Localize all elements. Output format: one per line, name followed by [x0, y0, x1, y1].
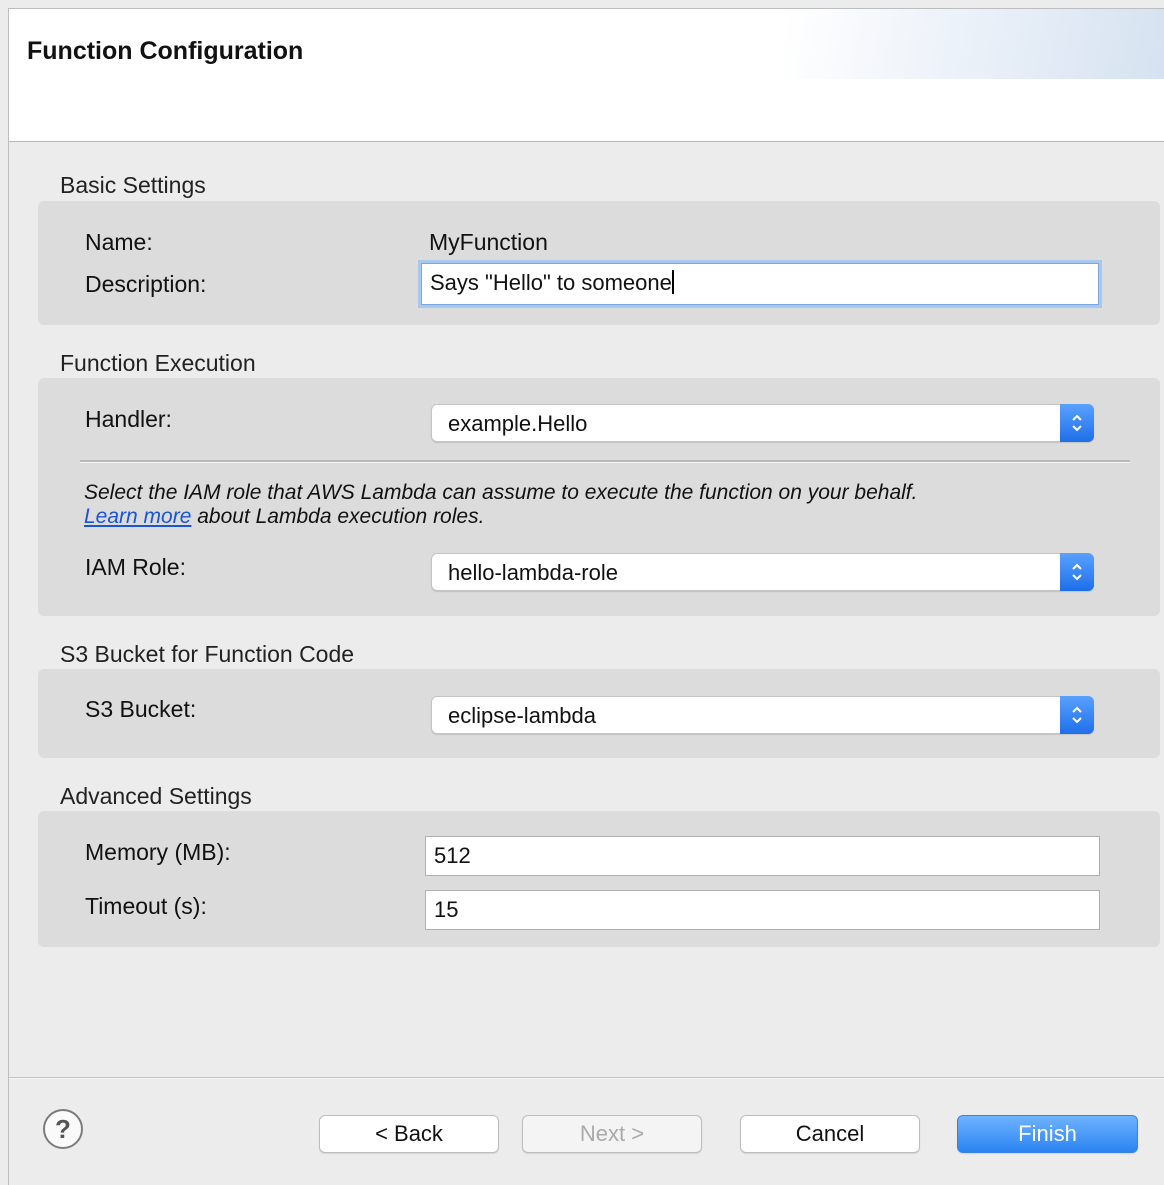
group-basic-settings: Name: MyFunction Description: Says "Hell…	[38, 201, 1160, 325]
header-banner-graphic	[785, 9, 1164, 79]
iam-help-description: Select the IAM role that AWS Lambda can …	[84, 481, 918, 504]
memory-field-value: 512	[434, 843, 471, 868]
back-button[interactable]: < Back	[319, 1115, 499, 1153]
timeout-label: Timeout (s):	[85, 893, 207, 919]
section-title-function-execution: Function Execution	[60, 350, 256, 376]
group-function-execution: Handler: example.Hello Select the IAM ro…	[38, 378, 1160, 616]
section-title-s3-bucket: S3 Bucket for Function Code	[60, 641, 355, 667]
text-caret	[671, 270, 674, 294]
learn-more-suffix: about Lambda execution roles.	[191, 505, 485, 528]
handler-select-value: example.Hello	[448, 411, 588, 436]
handler-select[interactable]: example.Hello	[431, 404, 1094, 442]
s3-bucket-select-value: eclipse-lambda	[448, 703, 596, 728]
description-label: Description:	[85, 271, 207, 297]
wizard-window: Function Configuration Basic Settings Na…	[8, 8, 1164, 1185]
iam-help-text: Select the IAM role that AWS Lambda can …	[84, 481, 1144, 529]
timeout-field[interactable]: 15	[425, 890, 1100, 930]
description-field-value: Says "Hello" to someone	[430, 270, 672, 295]
select-arrows-icon	[1060, 696, 1094, 734]
iam-role-label: IAM Role:	[85, 554, 186, 580]
memory-label: Memory (MB):	[85, 839, 231, 865]
wizard-header: Function Configuration	[9, 9, 1164, 142]
iam-role-select-value: hello-lambda-role	[448, 560, 618, 585]
help-icon[interactable]: ?	[43, 1109, 83, 1149]
name-label: Name:	[85, 229, 153, 255]
group-s3-bucket: S3 Bucket: eclipse-lambda	[38, 669, 1160, 758]
next-button[interactable]: Next >	[522, 1115, 702, 1153]
footer-divider	[9, 1077, 1164, 1079]
memory-field[interactable]: 512	[425, 836, 1100, 876]
page-title: Function Configuration	[27, 37, 304, 65]
timeout-field-value: 15	[434, 897, 459, 922]
description-field[interactable]: Says "Hello" to someone	[421, 263, 1099, 305]
iam-role-select[interactable]: hello-lambda-role	[431, 553, 1094, 591]
cancel-button[interactable]: Cancel	[740, 1115, 920, 1153]
section-divider	[80, 460, 1130, 463]
name-value: MyFunction	[429, 229, 548, 255]
group-advanced-settings: Memory (MB): 512 Timeout (s): 15	[38, 811, 1160, 947]
section-title-advanced-settings: Advanced Settings	[60, 783, 252, 809]
select-arrows-icon	[1060, 404, 1094, 442]
section-title-basic-settings: Basic Settings	[60, 172, 206, 198]
handler-label: Handler:	[85, 406, 172, 432]
s3-bucket-label: S3 Bucket:	[85, 696, 197, 722]
select-arrows-icon	[1060, 553, 1094, 591]
learn-more-link[interactable]: Learn more	[84, 505, 191, 528]
finish-button[interactable]: Finish	[957, 1115, 1138, 1153]
s3-bucket-select[interactable]: eclipse-lambda	[431, 696, 1094, 734]
